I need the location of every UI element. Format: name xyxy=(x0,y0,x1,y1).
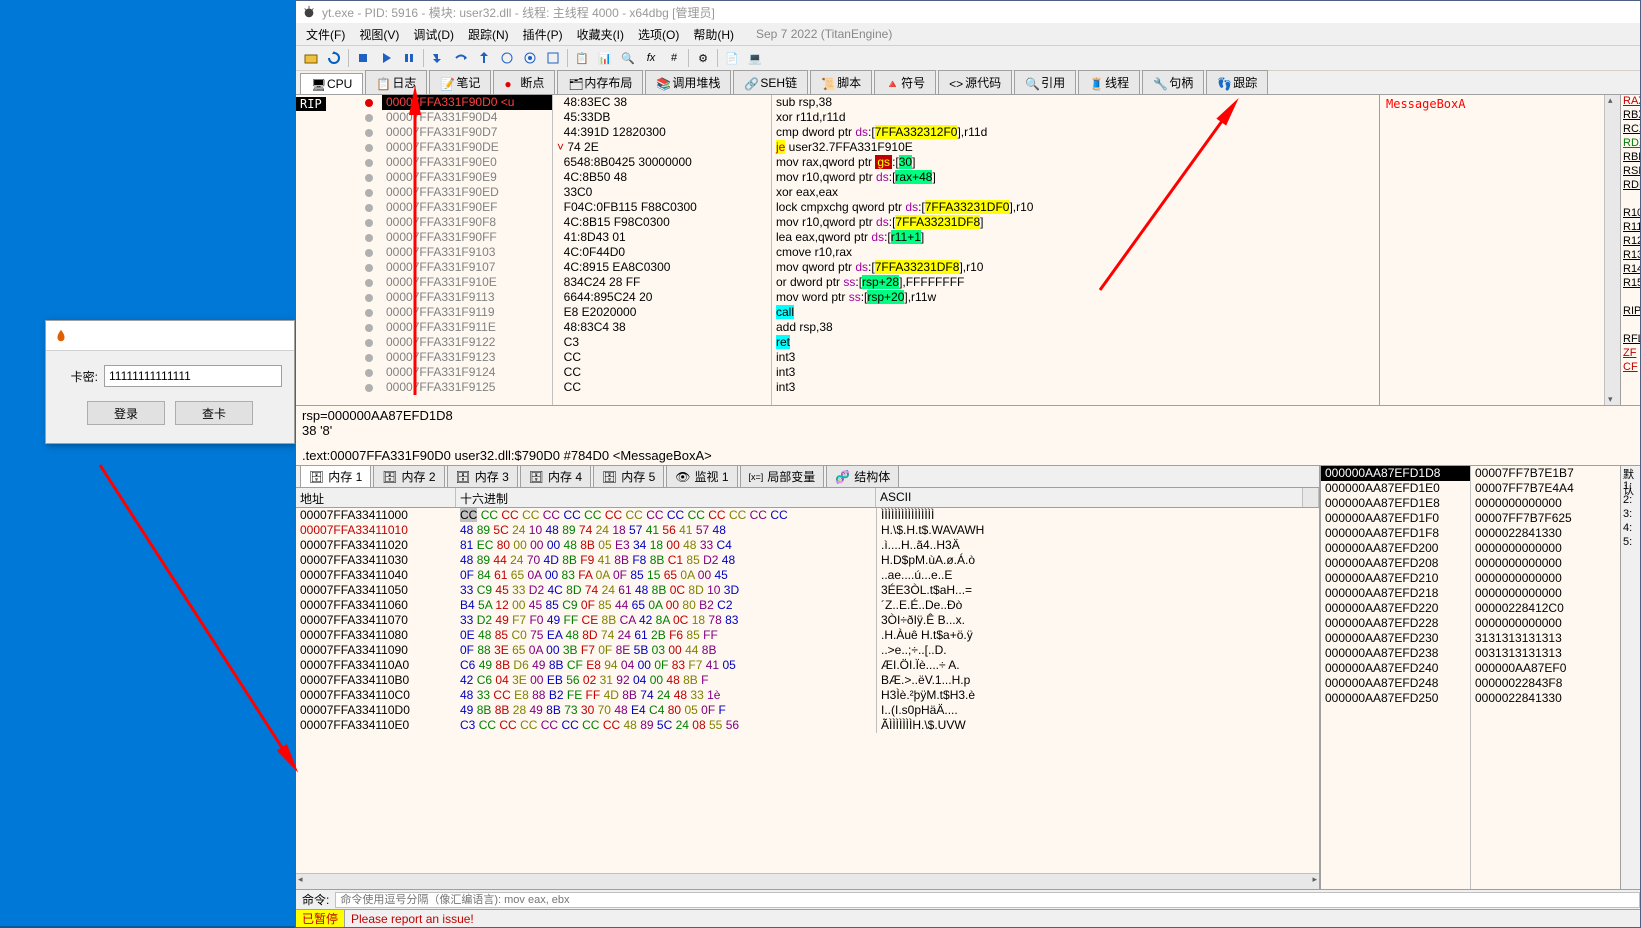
mid-status: rsp=000000AA87EFD1D8 38 '8' .text:00007F… xyxy=(296,405,1640,465)
tab-cpu[interactable]: 🖥CPU xyxy=(300,73,363,94)
tool-6[interactable]: 💻 xyxy=(744,47,766,69)
hex-tab-mem5[interactable]: 🗄 内存 5 xyxy=(593,465,664,487)
tab-threads[interactable]: 🧵线程 xyxy=(1078,70,1140,94)
step-out-button[interactable] xyxy=(473,47,495,69)
login-button[interactable]: 登录 xyxy=(87,401,165,425)
tab-callstack[interactable]: 📚调用堆栈 xyxy=(645,70,731,94)
menu-debug[interactable]: 调试(D) xyxy=(407,24,460,45)
command-label: 命令: xyxy=(296,891,335,908)
tab-breakpoints[interactable]: ●断点 xyxy=(493,70,555,94)
tab-symbols[interactable]: 🔺符号 xyxy=(874,70,936,94)
toolbar: 📋 📊 🔍 fx # ⚙ 📄 💻 xyxy=(296,45,1640,71)
tab-log[interactable]: 📋日志 xyxy=(365,70,427,94)
menu-view[interactable]: 视图(V) xyxy=(353,24,405,45)
menu-favorites[interactable]: 收藏夹(I) xyxy=(571,24,630,45)
tab-memory[interactable]: 🗂内存布局 xyxy=(557,70,643,94)
card-key-input[interactable] xyxy=(104,365,282,387)
hex-tab-mem4[interactable]: 🗄 内存 4 xyxy=(520,465,591,487)
debugger-window: yt.exe - PID: 5916 - 模块: user32.dll - 线程… xyxy=(295,0,1641,928)
tool-hash[interactable]: # xyxy=(663,47,685,69)
annotation-arrow-down xyxy=(90,460,310,773)
command-bar: 命令: xyxy=(296,889,1640,909)
status-bar: 已暂停 Please report an issue! xyxy=(296,909,1640,927)
status-message: Please report an issue! xyxy=(345,912,480,926)
status-paused: 已暂停 xyxy=(296,910,345,927)
hex-tabs: 🗄 内存 1 🗄 内存 2 🗄 内存 3 🗄 内存 4 🗄 内存 5 👁 监视 … xyxy=(296,466,1319,488)
login-dialog: 卡密: 登录 查卡 xyxy=(45,320,295,444)
registers-pane[interactable]: RAXRBXRCXRDXRBPRSIRDIR10R11R12R13R14R15R… xyxy=(1620,95,1640,405)
info-scrollbar[interactable] xyxy=(1604,95,1620,405)
step-over-button[interactable] xyxy=(450,47,472,69)
info-pane: MessageBoxA xyxy=(1380,95,1620,405)
menu-help[interactable]: 帮助(H) xyxy=(687,24,740,45)
tool-3[interactable]: 🔍 xyxy=(617,47,639,69)
tool-fx[interactable]: fx xyxy=(640,47,662,69)
field-label: 卡密: xyxy=(58,368,98,385)
info-label: MessageBoxA xyxy=(1386,97,1465,111)
hex-dump-pane: 🗄 内存 1 🗄 内存 2 🗄 内存 3 🗄 内存 4 🗄 内存 5 👁 监视 … xyxy=(296,466,1320,889)
menu-options[interactable]: 选项(O) xyxy=(632,24,685,45)
tab-source[interactable]: <>源代码 xyxy=(938,70,1012,94)
trace-over-button[interactable] xyxy=(519,47,541,69)
hex-body[interactable]: 00007FFA33411000CC CC CC CC CC CC CC CC … xyxy=(296,508,1319,873)
build-info: Sep 7 2022 (TitanEngine) xyxy=(750,25,898,43)
hex-header: 地址 十六进制 ASCII xyxy=(296,488,1319,508)
run-to-user-button[interactable] xyxy=(542,47,564,69)
tab-notes[interactable]: 📝笔记 xyxy=(429,70,491,94)
hex-tab-mem2[interactable]: 🗄 内存 2 xyxy=(373,465,444,487)
dialog-titlebar[interactable] xyxy=(46,321,294,351)
tab-refs[interactable]: 🔍引用 xyxy=(1014,70,1076,94)
menu-file[interactable]: 文件(F) xyxy=(300,24,351,45)
hex-tab-mem3[interactable]: 🗄 内存 3 xyxy=(447,465,518,487)
bug-icon xyxy=(302,5,316,19)
rip-indicator: RIP xyxy=(296,97,326,111)
step-into-button[interactable] xyxy=(427,47,449,69)
check-card-button[interactable]: 查卡 xyxy=(175,401,253,425)
menu-bar: 文件(F) 视图(V) 调试(D) 跟踪(N) 插件(P) 收藏夹(I) 选项(… xyxy=(296,23,1640,45)
tool-5[interactable]: 📄 xyxy=(721,47,743,69)
command-input[interactable] xyxy=(335,892,1640,908)
hex-h-scrollbar[interactable] xyxy=(296,873,1319,889)
menu-plugins[interactable]: 插件(P) xyxy=(517,24,569,45)
run-button[interactable] xyxy=(375,47,397,69)
tab-script[interactable]: 📜脚本 xyxy=(810,70,872,94)
window-titlebar[interactable]: yt.exe - PID: 5916 - 模块: user32.dll - 线程… xyxy=(296,1,1640,23)
hex-tab-locals[interactable]: [x=] 局部变量 xyxy=(740,465,825,487)
hex-tab-struct[interactable]: 🧬 结构体 xyxy=(826,465,899,487)
hex-tab-watch[interactable]: 👁 监视 1 xyxy=(666,465,737,487)
pause-button[interactable] xyxy=(398,47,420,69)
trace-into-button[interactable] xyxy=(496,47,518,69)
tool-2[interactable]: 📊 xyxy=(594,47,616,69)
restart-button[interactable] xyxy=(323,47,345,69)
window-title: yt.exe - PID: 5916 - 模块: user32.dll - 线程… xyxy=(322,4,715,21)
stop-button[interactable] xyxy=(352,47,374,69)
tab-handles[interactable]: 🔧句柄 xyxy=(1142,70,1204,94)
flame-icon xyxy=(54,329,68,343)
hex-tab-mem1[interactable]: 🗄 内存 1 xyxy=(300,465,371,487)
open-button[interactable] xyxy=(300,47,322,69)
disassembly-view[interactable]: RIP 00007FFA331F90D0 <u00007FFA331F90D40… xyxy=(296,95,1380,405)
tool-4[interactable]: ⚙ xyxy=(692,47,714,69)
tab-seh[interactable]: 🔗SEH链 xyxy=(733,70,808,94)
tool-1[interactable]: 📋 xyxy=(571,47,593,69)
view-tabs: 🖥CPU 📋日志 📝笔记 ●断点 🗂内存布局 📚调用堆栈 🔗SEH链 📜脚本 🔺… xyxy=(296,71,1640,95)
tab-trace[interactable]: 👣跟踪 xyxy=(1206,70,1268,94)
stack-pane[interactable]: 000000AA87EFD1D8000000AA87EFD1E0000000AA… xyxy=(1320,466,1620,889)
menu-trace[interactable]: 跟踪(N) xyxy=(462,24,515,45)
expr-pane[interactable]: 默认1:2:3:4:5: xyxy=(1620,466,1640,889)
